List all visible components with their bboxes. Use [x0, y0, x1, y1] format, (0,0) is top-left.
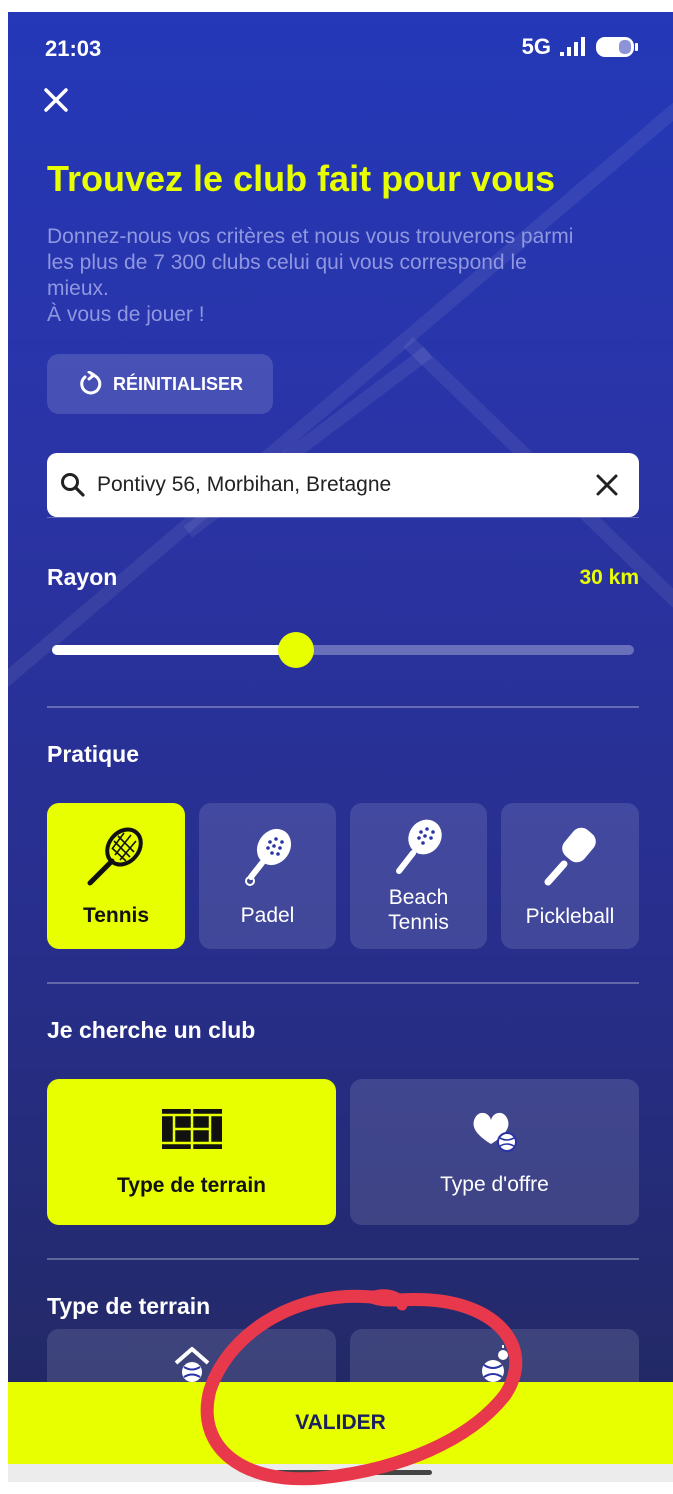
radius-value: 30 km [579, 566, 639, 589]
system-nav-bar [8, 1464, 673, 1482]
radius-slider-thumb[interactable] [278, 632, 315, 668]
radius-label: Rayon [47, 564, 118, 590]
signal-icon [560, 37, 585, 56]
app-screen: 21:03 5G Trouvez le club fait pour vous … [8, 12, 673, 1482]
tennis-racket-icon [87, 827, 143, 885]
divider [47, 1258, 639, 1260]
page-title: Trouvez le club fait pour vous [47, 158, 556, 199]
club-search-terrain-label: Type de terrain [117, 1173, 266, 1197]
subtitle-line: les plus de 7 300 clubs celui qui vous c… [47, 251, 527, 274]
club-search-terrain-tile[interactable]: Type de terrain [47, 1079, 336, 1225]
practice-padel-label: Padel [240, 903, 295, 927]
court-icon [161, 1108, 222, 1149]
practice-label: Pratique [47, 741, 140, 767]
validate-label: VALIDER [295, 1411, 386, 1434]
practice-pickleball-tile[interactable]: Pickleball [501, 803, 639, 949]
practice-pickleball-label: Pickleball [525, 904, 615, 928]
subtitle-line: mieux. [47, 277, 109, 300]
search-icon [61, 473, 85, 497]
reset-label: RÉINITIALISER [112, 373, 243, 394]
heart-ball-icon [473, 1112, 517, 1152]
club-search-label: Je cherche un club [47, 1017, 256, 1043]
club-search-offer-tile[interactable]: Type d'offre [350, 1079, 639, 1225]
status-icons: 5G [522, 34, 639, 60]
outdoor-court-icon [481, 1345, 513, 1382]
subtitle-line: À vous de jouer ! [47, 303, 205, 326]
pickleball-paddle-icon [544, 827, 596, 885]
close-icon[interactable] [38, 82, 74, 118]
page-subtitle: Donnez-nous vos critères et nous vous tr… [47, 224, 637, 328]
radius-slider-fill [52, 645, 297, 655]
reset-button[interactable]: RÉINITIALISER [47, 354, 273, 414]
practice-padel-tile[interactable]: Padel [199, 803, 336, 949]
divider [47, 517, 639, 518]
search-field[interactable]: Pontivy 56, Morbihan, Bretagne [47, 453, 639, 517]
clear-search-icon[interactable] [593, 471, 621, 499]
search-input[interactable]: Pontivy 56, Morbihan, Bretagne [97, 473, 593, 497]
radius-slider[interactable] [52, 632, 634, 668]
validate-button[interactable]: VALIDER [8, 1382, 673, 1464]
terrain-type-label: Type de terrain [47, 1293, 211, 1319]
practice-tennis-tile[interactable]: Tennis [47, 803, 185, 949]
status-time: 21:03 [45, 36, 102, 61]
indoor-court-icon [174, 1347, 209, 1382]
divider [47, 706, 639, 708]
divider [47, 982, 639, 984]
home-handle[interactable] [276, 1470, 432, 1475]
practice-tennis-label: Tennis [82, 903, 150, 927]
practice-beach-tennis-label: Beach Tennis [388, 886, 449, 934]
subtitle-line: Donnez-nous vos critères et nous vous tr… [47, 225, 574, 248]
club-search-offer-label: Type d'offre [440, 1172, 549, 1196]
padel-racket-icon [244, 828, 291, 886]
practice-beach-tennis-tile[interactable]: Beach Tennis [350, 803, 487, 949]
battery-icon [596, 37, 638, 57]
beach-tennis-racket-icon [395, 819, 442, 874]
network-label: 5G [521, 34, 551, 59]
reset-icon [80, 371, 102, 395]
